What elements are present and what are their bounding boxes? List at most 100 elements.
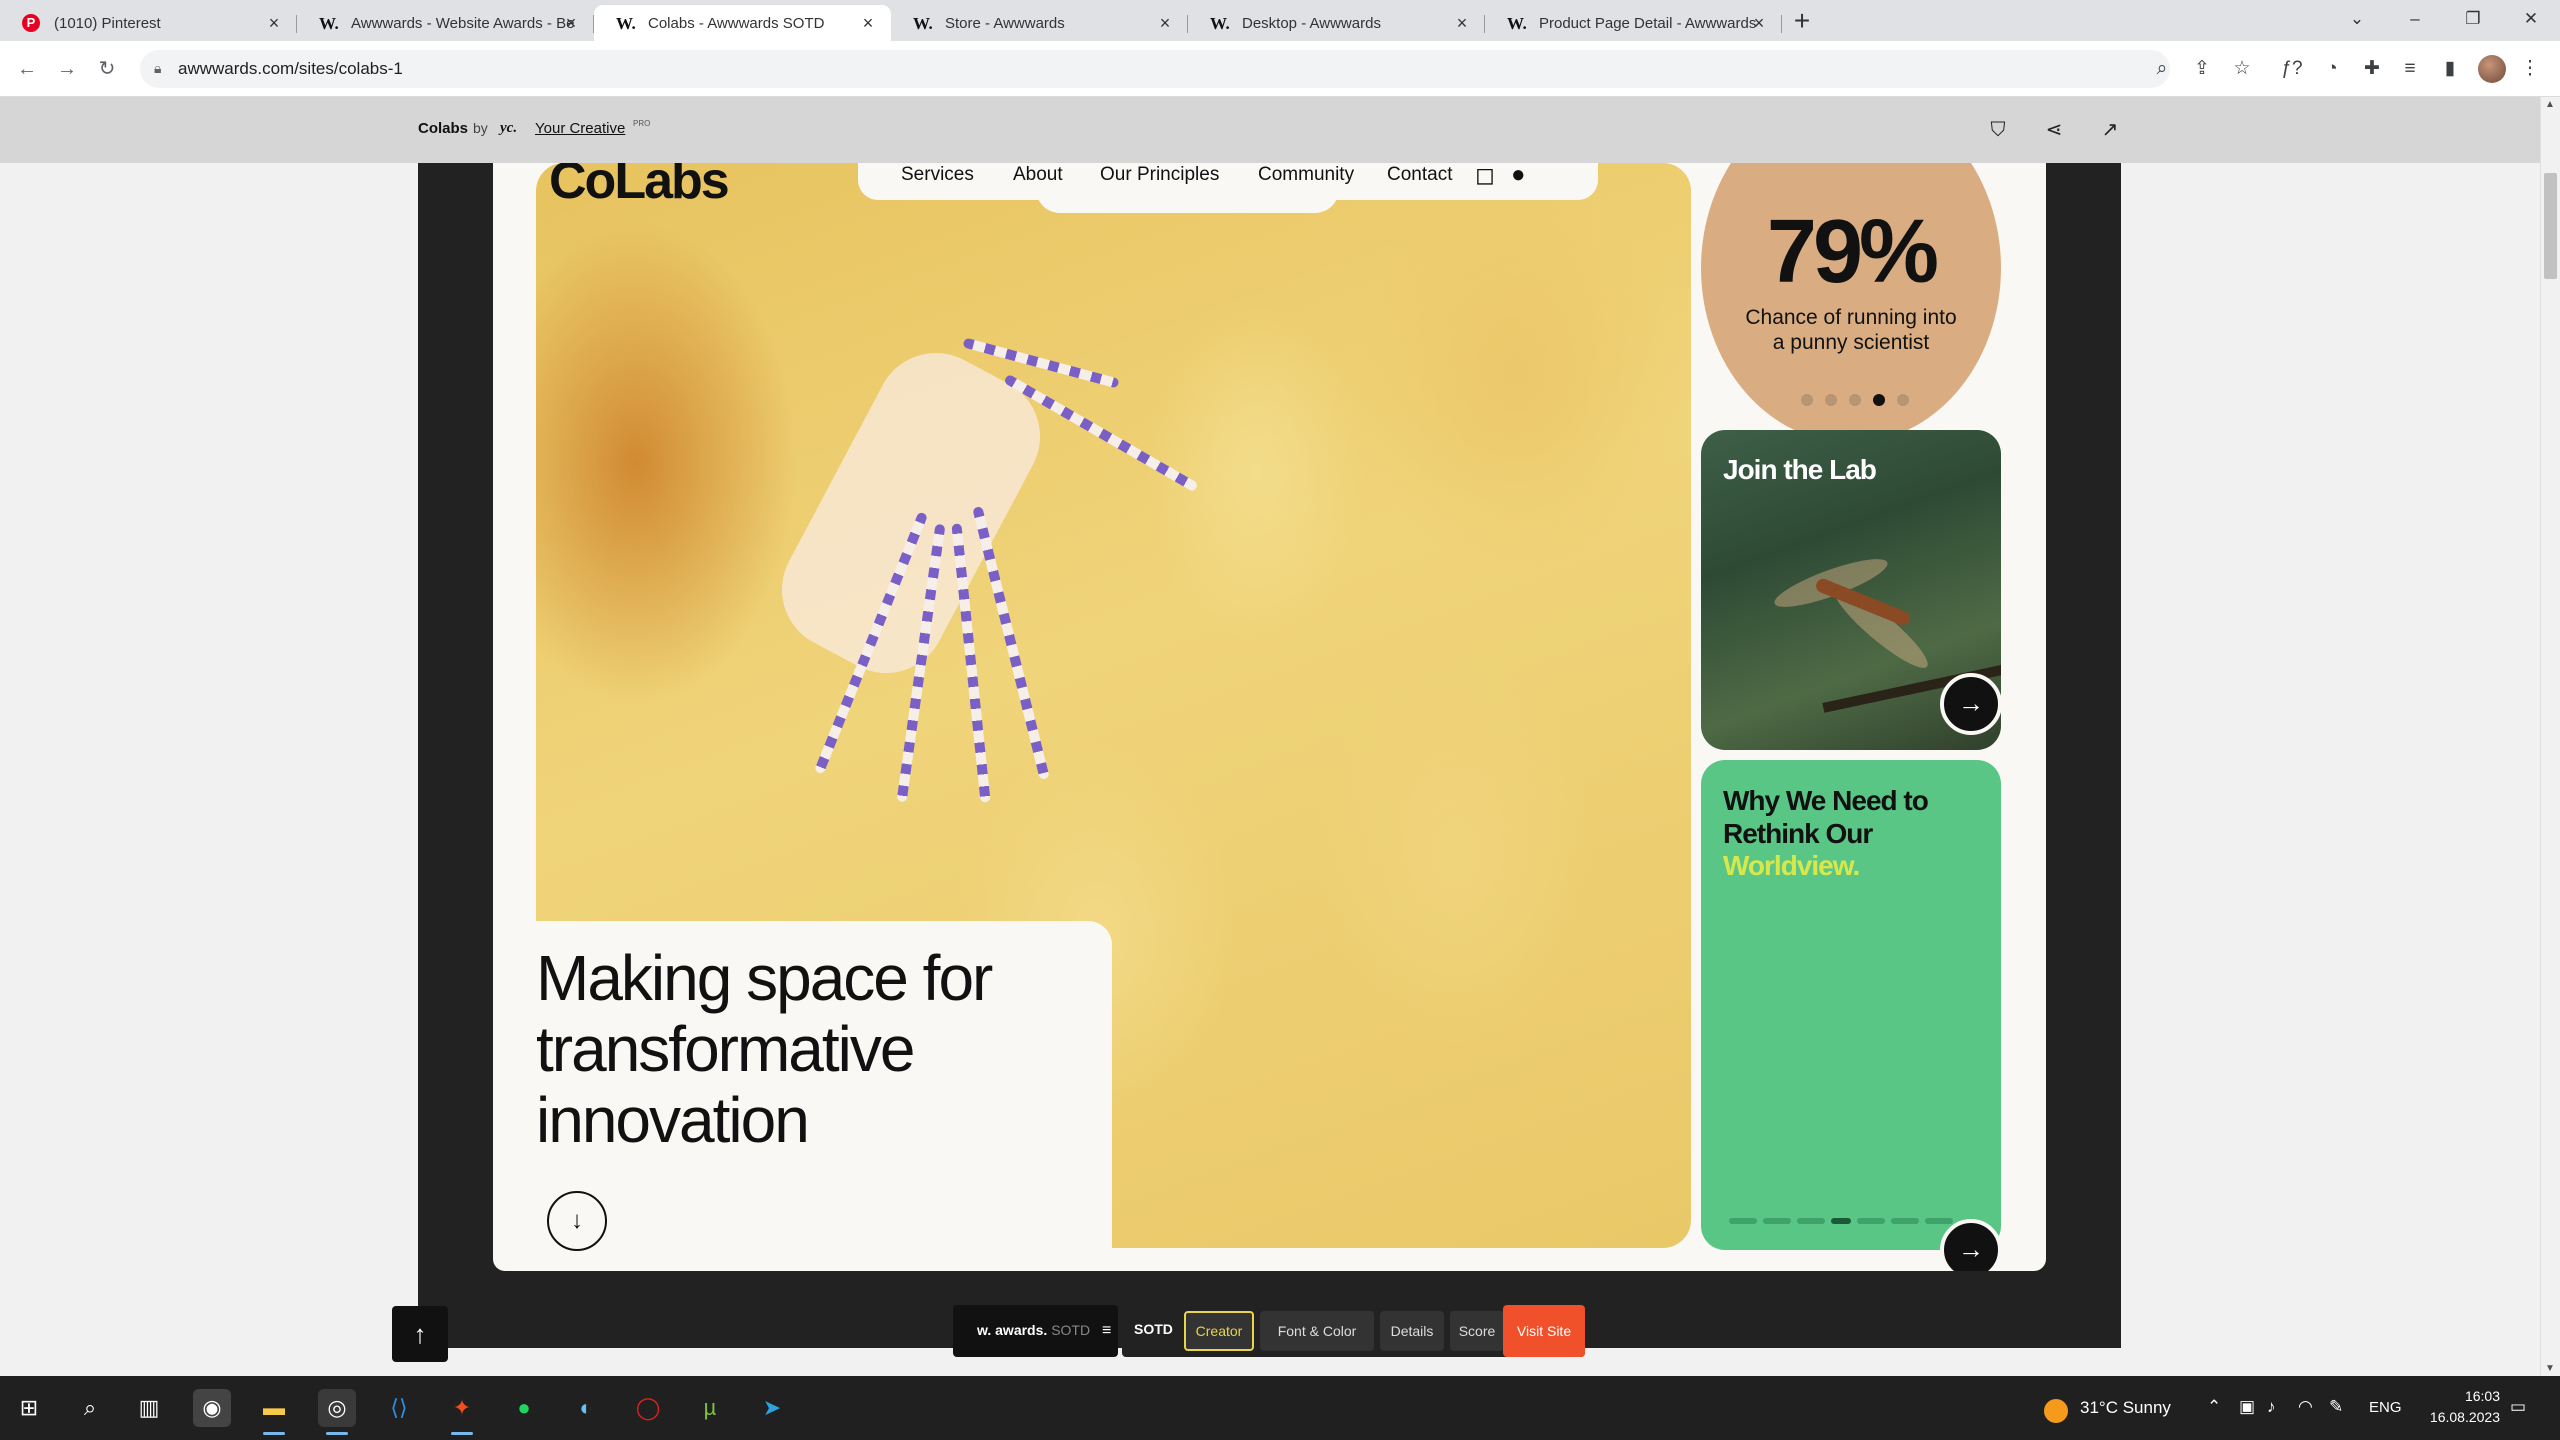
stat-dots: [1801, 394, 1909, 406]
pen-icon[interactable]: ✎: [2329, 1397, 2343, 1417]
hero-headline: Making space for transformative innovati…: [536, 942, 993, 1156]
site-logo[interactable]: CoLabs: [549, 163, 730, 211]
tab-score[interactable]: Score: [1450, 1311, 1504, 1351]
instagram-icon[interactable]: ◻: [1475, 163, 1495, 190]
task-view-icon[interactable]: ▥: [130, 1389, 168, 1427]
share-icon[interactable]: ⇪: [2188, 55, 2216, 83]
nav-community[interactable]: Community: [1258, 164, 1354, 186]
scroll-down-button[interactable]: ↓: [547, 1191, 607, 1251]
tab-product-page[interactable]: W. Product Page Detail - Awwwards ×: [1485, 5, 1782, 41]
forward-icon[interactable]: →: [54, 56, 80, 82]
progress-bar[interactable]: [1729, 1218, 1757, 1224]
close-tab-icon[interactable]: ×: [1154, 12, 1176, 34]
telegram-icon[interactable]: ➤: [753, 1389, 791, 1427]
tab-details[interactable]: Details: [1380, 1311, 1444, 1351]
rethink-title: Why We Need to Rethink Our: [1723, 785, 1929, 849]
progress-bar[interactable]: [1857, 1218, 1885, 1224]
chrome-icon[interactable]: ◎: [318, 1389, 356, 1435]
site-name[interactable]: Colabs: [418, 120, 468, 137]
clock[interactable]: 16:03 16.08.2023: [2400, 1386, 2500, 1428]
profile-avatar[interactable]: [2478, 55, 2506, 83]
opera-icon[interactable]: ◯: [629, 1389, 667, 1427]
restore-icon[interactable]: ❐: [2444, 0, 2502, 40]
carousel-dot[interactable]: [1801, 394, 1813, 406]
extension-icon[interactable]: ◔: [2318, 55, 2346, 83]
join-lab-arrow-button[interactable]: →: [1940, 673, 2002, 735]
progress-bar[interactable]: [1763, 1218, 1791, 1224]
site-preview[interactable]: CoLabs Services About Our Principles Com…: [493, 163, 2046, 1271]
weather-text[interactable]: 31°C Sunny: [2080, 1376, 2171, 1440]
share-icon[interactable]: ⋖: [2040, 116, 2068, 144]
figma-icon[interactable]: ✦: [443, 1389, 481, 1435]
spotify-icon[interactable]: ●: [505, 1389, 543, 1427]
visit-site-button[interactable]: Visit Site: [1503, 1305, 1585, 1357]
tab-awwwards-awards[interactable]: W. Awwwards - Website Awards - Be ×: [297, 5, 594, 41]
nav-contact[interactable]: Contact: [1387, 164, 1452, 186]
scrollbar-thumb[interactable]: [2544, 173, 2557, 279]
tab-colabs-sotd[interactable]: W. Colabs - Awwwards SOTD ×: [594, 5, 891, 41]
progress-bar[interactable]: [1891, 1218, 1919, 1224]
tab-search-icon[interactable]: ⌄: [2328, 0, 2386, 40]
side-panel-icon[interactable]: ▮: [2436, 55, 2464, 83]
obs-icon[interactable]: ◉: [193, 1389, 231, 1427]
menu-icon[interactable]: ⋮: [2516, 55, 2544, 83]
utorrent-icon[interactable]: µ: [691, 1389, 729, 1427]
open-external-icon[interactable]: ↗: [2096, 116, 2124, 144]
puzzle-icon[interactable]: ✚: [2358, 55, 2386, 83]
language-indicator[interactable]: ENG: [2369, 1376, 2402, 1440]
tab-sotd[interactable]: SOTD: [1134, 1321, 1173, 1337]
new-tab-button[interactable]: +: [1782, 5, 1822, 41]
close-tab-icon[interactable]: ×: [1451, 12, 1473, 34]
zoom-icon[interactable]: ⌕: [2148, 55, 2176, 83]
awwwards-menu-button[interactable]: w. awards. SOTD ≡: [953, 1305, 1118, 1357]
page-scrollbar[interactable]: ▲ ▼: [2540, 97, 2560, 1376]
scroll-up-arrow-icon[interactable]: ▲: [2545, 99, 2555, 110]
progress-bar[interactable]: [1925, 1218, 1953, 1224]
close-tab-icon[interactable]: ×: [560, 12, 582, 34]
scroll-down-arrow-icon[interactable]: ▼: [2545, 1363, 2555, 1374]
progress-bar[interactable]: [1797, 1218, 1825, 1224]
awwwards-icon: W.: [319, 14, 339, 33]
wifi-icon[interactable]: ◠: [2298, 1397, 2313, 1417]
font-extension-icon[interactable]: ƒ?: [2278, 55, 2306, 83]
bookmark-icon[interactable]: ⛉: [1984, 116, 2012, 144]
creator-logo: yc.: [500, 120, 518, 136]
close-window-icon[interactable]: ✕: [2502, 0, 2560, 40]
facebook-icon[interactable]: ●: [1511, 163, 1526, 189]
tab-desktop[interactable]: W. Desktop - Awwwards ×: [1188, 5, 1485, 41]
device-icon[interactable]: ▣: [2239, 1397, 2255, 1417]
notifications-icon[interactable]: ▭: [2510, 1397, 2526, 1417]
close-tab-icon[interactable]: ×: [263, 12, 285, 34]
close-tab-icon[interactable]: ×: [857, 12, 879, 34]
carousel-dot[interactable]: [1849, 394, 1861, 406]
carousel-dot-active[interactable]: [1873, 394, 1885, 406]
back-icon[interactable]: ←: [14, 56, 40, 82]
browser-tab-strip: P (1010) Pinterest × W. Awwwards - Websi…: [0, 0, 2560, 41]
nav-about[interactable]: About: [1013, 164, 1063, 186]
rethink-card[interactable]: Why We Need to Rethink Our Worldview.: [1701, 760, 2001, 1250]
minimize-icon[interactable]: –: [2386, 0, 2444, 40]
bookmark-star-icon[interactable]: ☆: [2228, 55, 2256, 83]
tab-store[interactable]: W. Store - Awwwards ×: [891, 5, 1188, 41]
search-icon[interactable]: ⌕: [71, 1389, 109, 1427]
file-explorer-icon[interactable]: ▬: [255, 1389, 293, 1435]
steam-icon[interactable]: ◐: [567, 1389, 605, 1427]
close-tab-icon[interactable]: ×: [1748, 12, 1770, 34]
media-icon[interactable]: ≡: [2396, 55, 2424, 83]
volume-icon[interactable]: ♪: [2267, 1397, 2276, 1417]
tab-pinterest[interactable]: P (1010) Pinterest ×: [0, 5, 297, 41]
nav-services[interactable]: Services: [901, 164, 974, 186]
nav-principles[interactable]: Our Principles: [1100, 164, 1219, 186]
vscode-icon[interactable]: ⟨⟩: [380, 1389, 418, 1427]
reload-icon[interactable]: ↻: [94, 56, 120, 82]
progress-bar-active[interactable]: [1831, 1218, 1851, 1224]
tab-creator[interactable]: Creator: [1184, 1311, 1254, 1351]
url-field[interactable]: 🔒︎ awwwards.com/sites/colabs-1: [140, 50, 2170, 88]
chevron-up-icon[interactable]: ⌃: [2207, 1397, 2221, 1417]
tab-font-color[interactable]: Font & Color: [1260, 1311, 1374, 1351]
creator-link[interactable]: Your Creative: [535, 120, 625, 137]
carousel-dot[interactable]: [1825, 394, 1837, 406]
scroll-to-top-button[interactable]: ↑: [392, 1306, 448, 1362]
windows-start-icon[interactable]: ⊞: [10, 1389, 48, 1427]
carousel-dot[interactable]: [1897, 394, 1909, 406]
